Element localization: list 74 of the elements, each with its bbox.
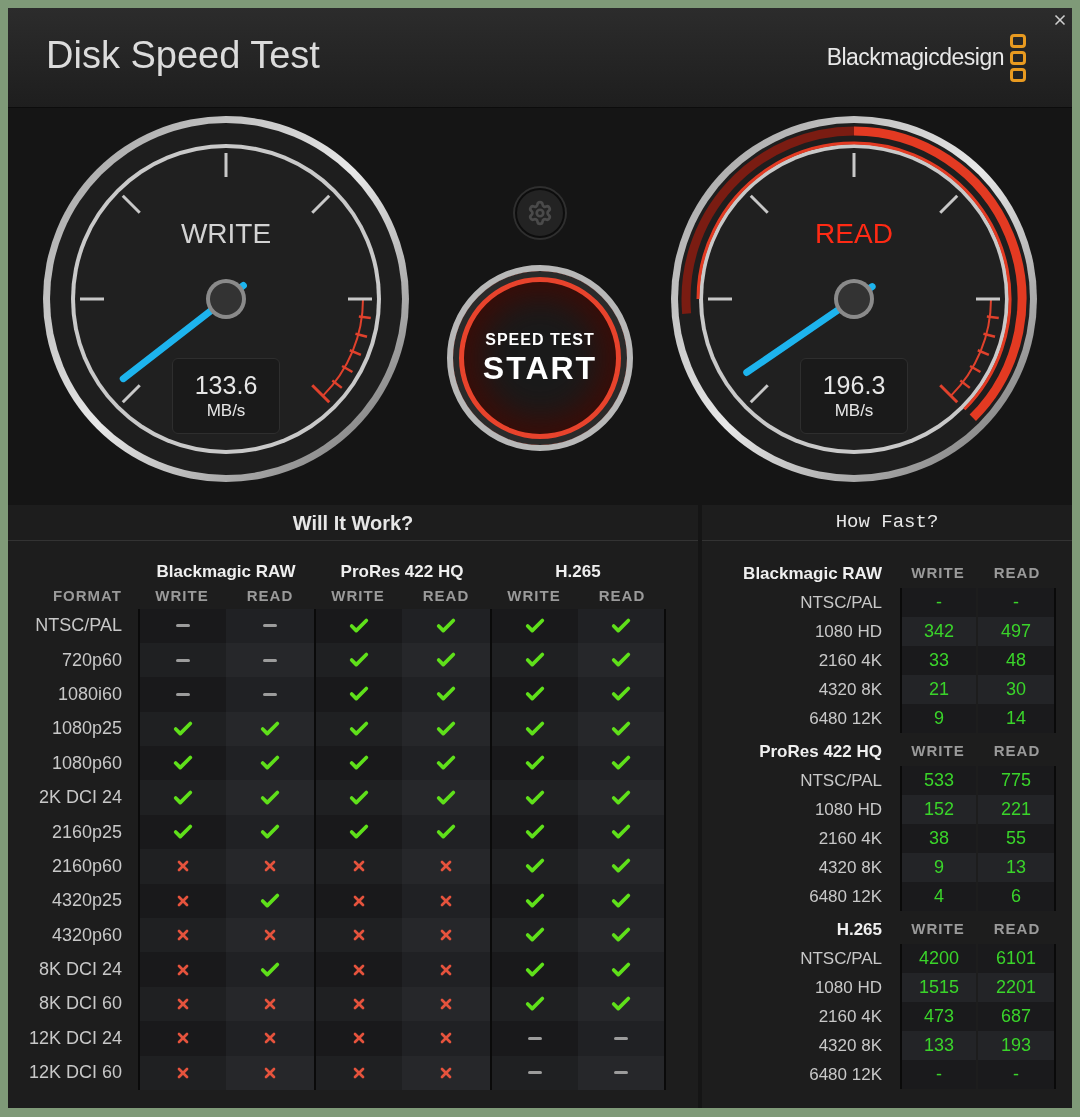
format-label: 4320p60 bbox=[51, 923, 122, 947]
speed-cell: 221 bbox=[978, 795, 1056, 824]
codec-name: H.265 bbox=[555, 561, 601, 583]
close-icon[interactable] bbox=[1052, 12, 1068, 28]
format-label: 1080p60 bbox=[51, 751, 122, 775]
format-label: 1080i60 bbox=[57, 682, 122, 706]
format-label: 8K DCI 24 bbox=[38, 958, 122, 982]
format-label: 1080 HD bbox=[814, 620, 882, 643]
brand-name: Blackmagicdesign bbox=[826, 43, 1004, 73]
format-label: NTSC/PAL bbox=[800, 947, 882, 970]
speed-unit: MB/s bbox=[834, 402, 874, 419]
start-button[interactable]: SPEED TEST START bbox=[447, 265, 633, 451]
speed-cell: 342 bbox=[900, 617, 976, 646]
format-label: 12K DCI 60 bbox=[28, 1061, 122, 1085]
speed-cell: 21 bbox=[900, 675, 976, 704]
speed-unit: MB/s bbox=[206, 402, 246, 419]
column-header: WRITE bbox=[911, 919, 965, 940]
speed-cell: 13 bbox=[978, 853, 1056, 882]
column-header: READ bbox=[422, 586, 470, 607]
column-header: WRITE bbox=[331, 586, 385, 607]
column-header: WRITE bbox=[911, 563, 965, 584]
format-label: 6480 12K bbox=[809, 707, 882, 730]
format-label: 8K DCI 60 bbox=[38, 992, 122, 1016]
settings-icon bbox=[527, 200, 553, 226]
codec-name: H.265 bbox=[836, 918, 882, 941]
format-label: 2160p60 bbox=[51, 854, 122, 878]
format-label: 4320 8K bbox=[818, 1034, 882, 1057]
format-label: NTSC/PAL bbox=[800, 591, 882, 614]
codec-name: ProRes 422 HQ bbox=[759, 740, 882, 763]
codec-name: Blackmagic RAW bbox=[743, 562, 882, 585]
format-label: 2160 4K bbox=[818, 649, 882, 672]
format-label: 6480 12K bbox=[809, 1063, 882, 1086]
format-label: 2160 4K bbox=[818, 827, 882, 850]
format-label: 2K DCI 24 bbox=[38, 786, 122, 810]
logo-icon bbox=[1010, 33, 1026, 82]
speed-cell: 497 bbox=[978, 617, 1056, 646]
gauge-label: READ bbox=[815, 220, 893, 248]
speed-cell: 133 bbox=[900, 1031, 976, 1060]
column-header: WRITE bbox=[911, 741, 965, 762]
speed-cell: 193 bbox=[978, 1031, 1056, 1060]
format-label: 4320 8K bbox=[818, 678, 882, 701]
format-label: 2160 4K bbox=[818, 1005, 882, 1028]
panel-title: Will It Work? bbox=[292, 510, 414, 536]
speed-cell: 30 bbox=[978, 675, 1056, 704]
format-label: 1080p25 bbox=[51, 717, 122, 741]
speed-value: 133.6 bbox=[194, 373, 258, 398]
window-title: Disk Speed Test bbox=[46, 33, 320, 78]
speed-cell: 2201 bbox=[978, 973, 1056, 1002]
column-header: READ bbox=[598, 586, 646, 607]
format-label: 4320p25 bbox=[51, 889, 122, 913]
column-header: WRITE bbox=[155, 586, 209, 607]
format-label: 2160p25 bbox=[51, 820, 122, 844]
speed-value: 196.3 bbox=[822, 373, 886, 398]
format-label: 720p60 bbox=[61, 648, 122, 672]
format-label: 1080 HD bbox=[814, 798, 882, 821]
codec-name: ProRes 422 HQ bbox=[340, 561, 464, 583]
column-header: READ bbox=[246, 586, 294, 607]
column-header: WRITE bbox=[507, 586, 561, 607]
column-header: READ bbox=[993, 919, 1041, 940]
speed-cell: 1515 bbox=[900, 973, 976, 1002]
format-label: 6480 12K bbox=[809, 885, 882, 908]
format-label: 4320 8K bbox=[818, 856, 882, 879]
format-label: NTSC/PAL bbox=[35, 614, 122, 638]
speed-cell: 9 bbox=[900, 853, 976, 882]
speed-cell: 152 bbox=[900, 795, 976, 824]
format-label: 1080 HD bbox=[814, 976, 882, 999]
gauge-label: WRITE bbox=[180, 220, 272, 248]
column-header: READ bbox=[993, 563, 1041, 584]
format-label: 12K DCI 24 bbox=[28, 1026, 122, 1050]
column-header: FORMAT bbox=[52, 586, 122, 607]
format-label: NTSC/PAL bbox=[800, 769, 882, 792]
column-header: READ bbox=[993, 741, 1041, 762]
panel-title: How Fast? bbox=[835, 510, 939, 536]
codec-name: Blackmagic RAW bbox=[156, 561, 296, 583]
